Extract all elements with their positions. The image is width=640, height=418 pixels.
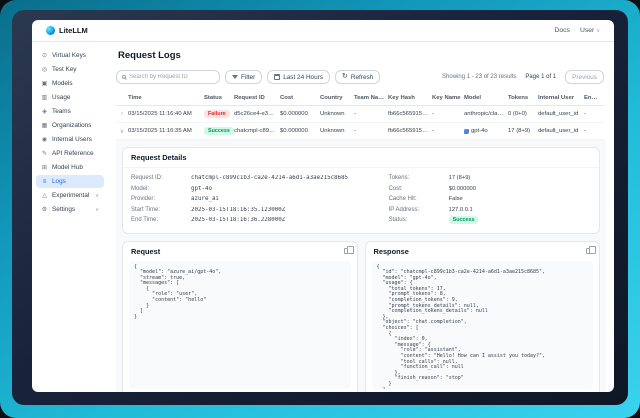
col-request-id: Request ID (234, 95, 280, 101)
usage-chart-icon: ▥ (41, 94, 48, 101)
col-end-user: End User (584, 95, 604, 101)
request-details-card: Request Details Request ID:chatcmpl-c899… (122, 147, 600, 234)
table-header-row: Time Status Request ID Cost Country Team… (116, 92, 604, 106)
cache-hit-value: False (449, 196, 463, 202)
litellm-logo[interactable]: LiteLLM (46, 26, 88, 35)
page-title: Request Logs (118, 50, 604, 61)
experimental-flask-icon: △ (41, 192, 48, 199)
test-key-icon: ◎ (41, 66, 48, 73)
funnel-icon (232, 75, 238, 79)
col-status: Status (204, 95, 234, 101)
sidebar: ⊙ Virtual Keys ◎ Test Key ▣ Models ▥ Usa… (32, 42, 108, 392)
sidebar-item-experimental[interactable]: △ Experimental ∨ (36, 189, 104, 202)
tokens-value: 17 (8+9) (449, 175, 471, 181)
logs-icon: ≡ (41, 179, 48, 185)
chevron-down-icon: ∨ (596, 28, 600, 34)
sidebar-item-internal-users[interactable]: ◉ Internal Users (36, 133, 104, 146)
main-content: Request Logs Filter Last 24 Hours (108, 42, 614, 392)
user-menu[interactable]: User ∨ (580, 27, 600, 34)
chevron-down-icon: ∨ (95, 193, 99, 199)
request-id-value: chatcmpl-c899c1b3-ca2e-4214-a6d1-a3ae215… (191, 175, 348, 181)
status-badge: Success (204, 127, 234, 135)
request-json: { "model": "azure_ai/gpt-4o", "stream": … (129, 261, 351, 389)
end-time-value: 2025-03-15T18:16:36.228000Z (191, 217, 285, 223)
status-badge: Success (449, 216, 479, 224)
details-left-column: Request ID:chatcmpl-c899c1b3-ca2e-4214-a… (131, 173, 389, 226)
search-icon (122, 75, 126, 79)
sidebar-item-api-reference[interactable]: ✎ API Reference (36, 147, 104, 160)
api-reference-icon: ✎ (41, 150, 48, 157)
col-internal-user: Internal User (538, 95, 584, 101)
table-row-expanded[interactable]: ∨ 03/15/2025 11:16:35 AM Success chatcmp… (116, 123, 604, 140)
litellm-logo-text: LiteLLM (59, 26, 88, 35)
expanded-row-panel: Request Details Request ID:chatcmpl-c899… (116, 140, 606, 392)
col-key-name: Key Name (432, 95, 464, 101)
sidebar-item-virtual-keys[interactable]: ⊙ Virtual Keys (36, 49, 104, 62)
results-count: Showing 1 - 23 of 23 results (442, 74, 516, 80)
sidebar-item-test-key[interactable]: ◎ Test Key (36, 63, 104, 76)
chevron-down-icon: ∨ (95, 207, 99, 213)
litellm-app-window: LiteLLM Docs User ∨ ⊙ Virtual Keys ◎ Tes… (32, 20, 614, 392)
provider-value: azure_ai (191, 196, 219, 202)
refresh-icon: ↻ (342, 74, 348, 80)
table-row[interactable]: › 03/15/2025 11:16:40 AM Failure d5c26ce… (116, 106, 604, 123)
settings-gear-icon: ⚙ (41, 206, 48, 213)
sidebar-item-organizations[interactable]: ▦ Organizations (36, 119, 104, 132)
response-panel-title: Response (374, 247, 409, 256)
details-right-column: Tokens:17 (8+9) Cost:$0.000000 Cache Hit… (389, 173, 591, 226)
ip-address-value: 127.0.0.1 (449, 207, 473, 213)
request-id-search[interactable] (116, 70, 220, 84)
logs-toolbar: Filter Last 24 Hours ↻ Refresh Showing 1… (116, 70, 604, 84)
calendar-icon (274, 74, 280, 80)
model-provider-icon (464, 129, 469, 134)
col-country: Country (320, 95, 354, 101)
request-details-title: Request Details (123, 148, 599, 168)
models-icon: ▣ (41, 80, 48, 87)
response-panel: Response { "id": "chatcmpl-c899c1b3-ca2e… (365, 241, 601, 393)
model-hub-icon: ⊞ (41, 164, 48, 171)
col-tokens: Tokens (508, 95, 538, 101)
sidebar-item-model-hub[interactable]: ⊞ Model Hub (36, 161, 104, 174)
sidebar-item-settings[interactable]: ⚙ Settings ∨ (36, 203, 104, 216)
docs-link[interactable]: Docs (554, 27, 570, 34)
teams-icon: ◈ (41, 108, 48, 115)
top-navbar: LiteLLM Docs User ∨ (32, 20, 614, 42)
previous-page-button[interactable]: Previous (565, 70, 604, 84)
time-range-button[interactable]: Last 24 Hours (267, 70, 330, 84)
col-team-name: Team Name (354, 95, 388, 101)
request-panel-title: Request (131, 247, 160, 256)
collapse-row-icon[interactable]: ∨ (116, 128, 128, 135)
response-json: { "id": "chatcmpl-c899c1b3-ca2e-4214-a6d… (372, 261, 594, 389)
page-indicator: Page 1 of 1 (525, 74, 556, 80)
sidebar-item-models[interactable]: ▣ Models (36, 77, 104, 90)
organizations-icon: ▦ (41, 122, 48, 129)
users-icon: ◉ (41, 136, 48, 143)
cost-value: $0.000000 (449, 186, 476, 192)
status-badge: Failure (204, 110, 230, 118)
request-logs-table: Time Status Request ID Cost Country Team… (116, 92, 604, 140)
col-model: Model (464, 95, 508, 101)
start-time-value: 2025-03-15T18:16:35.123000Z (191, 207, 285, 213)
request-panel: Request { "model": "azure_ai/gpt-4o", "s… (122, 241, 358, 393)
filter-button[interactable]: Filter (225, 70, 262, 84)
sidebar-item-logs[interactable]: ≡ Logs (36, 175, 104, 188)
copy-icon[interactable] (344, 248, 349, 254)
col-key-hash: Key Hash (388, 95, 432, 101)
col-cost: Cost (280, 95, 320, 101)
col-time: Time (128, 95, 204, 101)
key-icon: ⊙ (41, 52, 48, 59)
sidebar-item-teams[interactable]: ◈ Teams (36, 105, 104, 118)
expand-row-icon[interactable]: › (116, 111, 128, 117)
screenshot-stage: LiteLLM Docs User ∨ ⊙ Virtual Keys ◎ Tes… (0, 0, 640, 418)
refresh-button[interactable]: ↻ Refresh (335, 70, 380, 84)
model-value: gpt-4o (191, 186, 212, 192)
sidebar-item-usage[interactable]: ▥ Usage (36, 91, 104, 104)
copy-icon[interactable] (586, 248, 591, 254)
litellm-logo-icon (46, 26, 55, 35)
search-input[interactable] (129, 74, 214, 80)
